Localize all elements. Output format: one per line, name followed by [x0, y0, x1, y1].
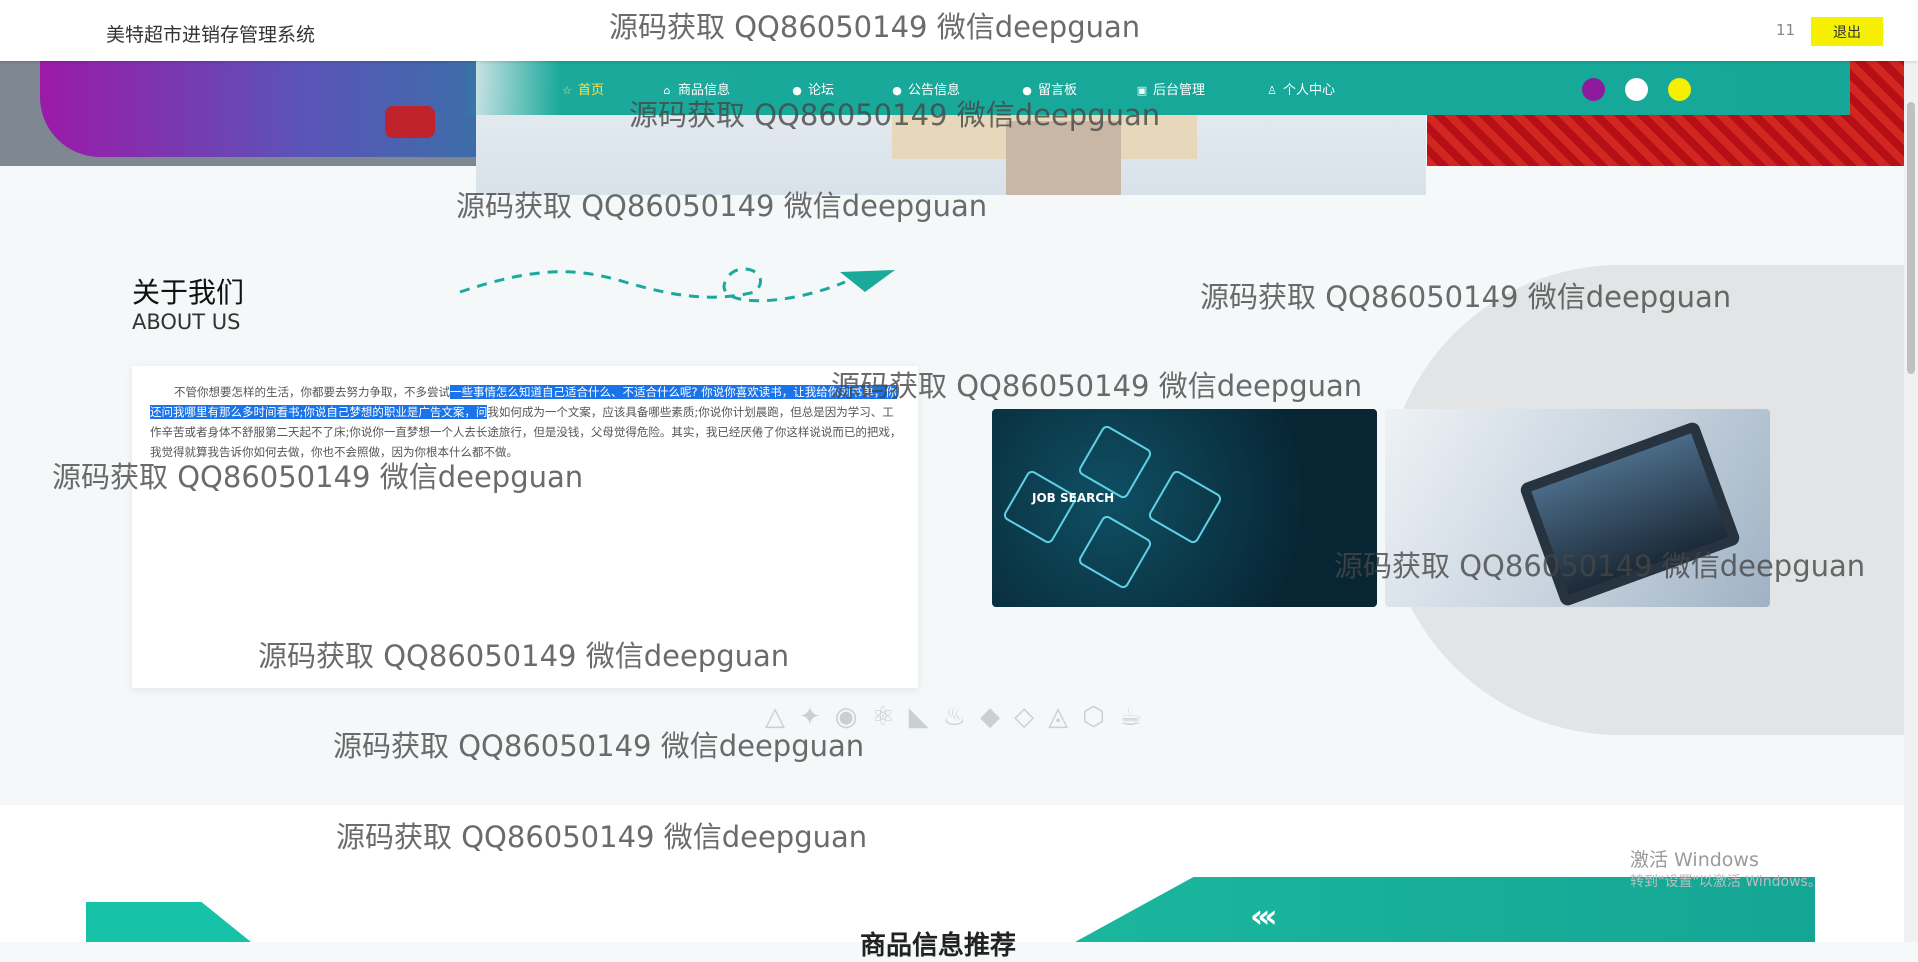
- about-paragraph[interactable]: 不管你想要怎样的生活，你都要去努力争取，不多尝试一些事情怎么知道自己适合什么、不…: [150, 382, 902, 462]
- windows-activation-title: 激活 Windows: [1630, 849, 1759, 871]
- about-photo-tablet: [1385, 409, 1770, 607]
- logout-button[interactable]: 退出: [1811, 17, 1883, 46]
- info-icon: ●: [1022, 84, 1032, 97]
- html5-icon: ⬡: [1082, 702, 1105, 732]
- user-icon: ♙: [1267, 84, 1277, 97]
- nav-admin[interactable]: ▣ 后台管理: [1135, 79, 1205, 98]
- nav-message-board[interactable]: ● 留言板: [1020, 79, 1077, 98]
- scrollbar-thumb[interactable]: [1907, 102, 1915, 374]
- about-title: 关于我们: [132, 276, 245, 309]
- react-icon: ⚛: [871, 702, 895, 732]
- star-icon: ☆: [562, 84, 572, 97]
- about-photo-job-search: JOB SEARCH: [992, 409, 1377, 607]
- paper-plane-icon: [459, 267, 895, 303]
- circle-icon: ●: [792, 84, 802, 97]
- nav-home[interactable]: ☆ 首页: [560, 79, 604, 98]
- nav-products[interactable]: ⌂ 商品信息: [660, 79, 731, 98]
- logo-icon: △: [765, 702, 785, 732]
- circle-icon: ●: [892, 84, 902, 97]
- top-bar: 美特超市进销存管理系统 11 退出: [0, 0, 1918, 61]
- android-icon: ◉: [834, 702, 858, 732]
- logo-icon: ✦: [799, 702, 821, 732]
- about-text-card: 不管你想要怎样的生活，你都要去努力争取，不多尝试一些事情怎么知道自己适合什么、不…: [132, 366, 918, 688]
- windows-activation-hint: 转到"设置"以激活 Windows。: [1630, 874, 1822, 890]
- about-subtitle: ABOUT US: [132, 310, 241, 334]
- home-icon: ⌂: [663, 84, 671, 97]
- site-title: 美特超市进销存管理系统: [106, 24, 316, 46]
- nav-forum[interactable]: ● 论坛: [790, 79, 834, 98]
- nav-profile[interactable]: ♙ 个人中心: [1265, 79, 1335, 98]
- main-nav: ☆ 首页 ⌂ 商品信息 ● 论坛 ● 公告信息 ● 留言板 ▣ 后台管理 ♙ 个人中心: [0, 61, 1850, 115]
- briefcase-icon: ▣: [1136, 84, 1148, 97]
- kotlin-icon: ◣: [908, 702, 929, 732]
- flame-icon: ♨: [942, 702, 967, 732]
- theme-purple-dot[interactable]: [1582, 78, 1605, 101]
- theme-white-dot[interactable]: [1625, 78, 1648, 101]
- angular-icon: ◬: [1048, 702, 1069, 732]
- page-scrollbar[interactable]: [1904, 0, 1918, 942]
- tech-logos: △ ✦ ◉ ⚛ ◣ ♨ ◆ ◇ ◬ ⬡ ☕: [765, 702, 1345, 742]
- user-name: 11: [1776, 21, 1796, 39]
- recommend-section: ‹‹‹ 商品信息推荐: [0, 805, 1904, 961]
- logo-icon: ◇: [1014, 702, 1035, 732]
- theme-yellow-dot[interactable]: [1668, 78, 1691, 101]
- logo-icon: ☕: [1118, 702, 1143, 732]
- chevrons-icon: ‹‹‹: [1250, 897, 1277, 935]
- recommend-title: 商品信息推荐: [860, 931, 1017, 961]
- nav-notices[interactable]: ● 公告信息: [890, 79, 960, 98]
- logo-icon: ◆: [980, 702, 1001, 732]
